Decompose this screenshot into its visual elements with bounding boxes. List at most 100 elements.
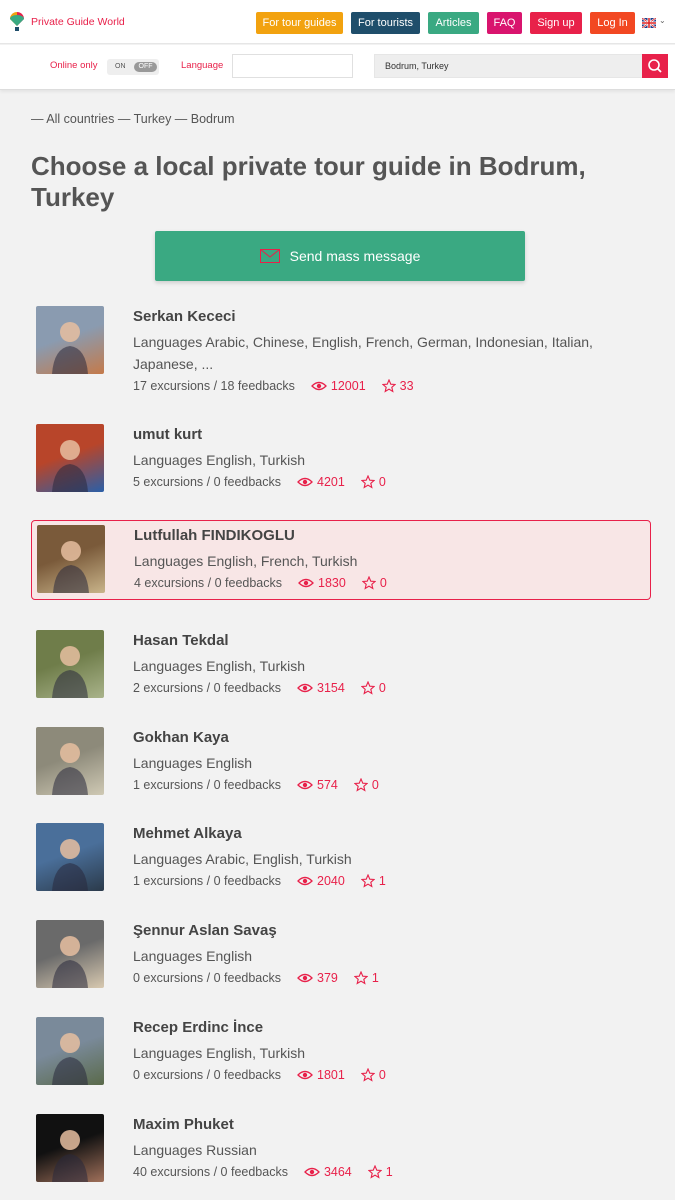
stars-value: 0 xyxy=(378,475,386,489)
guide-avatar[interactable] xyxy=(36,1114,104,1182)
guide-name[interactable]: Hasan Tekdal xyxy=(133,632,229,649)
search-button[interactable] xyxy=(642,54,668,78)
site-logo[interactable]: Private Guide World xyxy=(10,12,125,32)
eye-icon xyxy=(297,477,313,487)
envelope-icon xyxy=(259,249,280,263)
log-in-button[interactable]: Log In xyxy=(590,12,635,34)
send-mass-message-label: Send mass message xyxy=(289,248,421,264)
nav-faq-button[interactable]: FAQ xyxy=(487,12,522,34)
views-count: 4201 xyxy=(297,475,345,489)
guide-languages: Languages English, French, Turkish xyxy=(134,553,358,569)
person-photo-icon xyxy=(52,440,88,492)
excursions-feedbacks: 0 excursions / 0 feedbacks xyxy=(133,971,281,985)
rating-count: 0 xyxy=(360,1068,386,1082)
guide-card[interactable]: Mehmet Alkaya Languages Arabic, English,… xyxy=(31,823,651,899)
views-count: 574 xyxy=(297,778,338,792)
star-icon xyxy=(353,778,368,792)
person-photo-icon xyxy=(52,743,88,795)
guide-languages: Languages English, Turkish xyxy=(133,1045,305,1061)
star-icon xyxy=(360,681,375,695)
person-photo-icon xyxy=(52,839,88,891)
views-value: 12001 xyxy=(330,379,366,393)
eye-icon xyxy=(297,780,313,790)
guide-avatar[interactable] xyxy=(36,727,104,795)
views-value: 3464 xyxy=(323,1165,352,1179)
send-mass-message-button[interactable]: Send mass message xyxy=(155,231,525,281)
breadcrumb[interactable]: — All countries — Turkey — Bodrum xyxy=(31,112,235,126)
eye-icon xyxy=(297,876,313,886)
views-value: 574 xyxy=(317,778,338,792)
guide-languages: Languages Arabic, Chinese, English, Fren… xyxy=(133,334,593,372)
guide-name[interactable]: Mehmet Alkaya xyxy=(133,825,242,842)
guide-card[interactable]: Şennur Aslan Savaş Languages English 0 e… xyxy=(31,920,651,996)
guide-name[interactable]: Recep Erdinc İnce xyxy=(133,1019,263,1036)
toggle-off-label: OFF xyxy=(134,62,157,72)
search-icon xyxy=(648,59,662,73)
star-icon xyxy=(353,971,368,985)
language-input[interactable] xyxy=(232,54,353,78)
guide-name[interactable]: Maxim Phuket xyxy=(133,1116,234,1133)
excursions-feedbacks: 1 excursions / 0 feedbacks xyxy=(133,874,281,888)
sign-up-button[interactable]: Sign up xyxy=(530,12,582,34)
guide-stats: 1 excursions / 0 feedbacks 2040 1 xyxy=(133,874,386,888)
eye-icon xyxy=(304,1167,320,1177)
guide-languages: Languages English xyxy=(133,755,253,771)
nav-articles-button[interactable]: Articles xyxy=(428,12,479,34)
star-icon xyxy=(360,1068,375,1082)
guide-stats: 5 excursions / 0 feedbacks 4201 0 xyxy=(133,475,386,489)
rating-count: 1 xyxy=(367,1165,393,1179)
guide-avatar[interactable] xyxy=(36,1017,104,1085)
uk-flag-icon[interactable] xyxy=(642,18,656,28)
views-count: 12001 xyxy=(310,379,366,393)
guide-avatar[interactable] xyxy=(37,525,105,593)
page-title: Choose a local private tour guide in Bod… xyxy=(31,151,586,212)
person-photo-icon xyxy=(52,1033,88,1085)
star-icon xyxy=(381,379,396,393)
guide-card[interactable]: Hasan Tekdal Languages English, Turkish … xyxy=(31,630,651,706)
guide-card[interactable]: Gokhan Kaya Languages English 1 excursio… xyxy=(31,727,651,803)
eye-icon xyxy=(310,381,327,391)
guide-name[interactable]: Şennur Aslan Savaş xyxy=(133,922,277,939)
guide-card[interactable]: umut kurt Languages English, Turkish 5 e… xyxy=(31,424,651,500)
person-photo-icon xyxy=(52,1130,88,1182)
stars-value: 0 xyxy=(371,778,379,792)
guide-stats: 2 excursions / 0 feedbacks 3154 0 xyxy=(133,681,386,695)
guide-avatar[interactable] xyxy=(36,920,104,988)
guide-avatar[interactable] xyxy=(36,306,104,374)
guide-languages: Languages English, Turkish xyxy=(133,452,305,468)
stars-value: 33 xyxy=(399,379,414,393)
guide-card[interactable]: Lutfullah FINDIKOGLU Languages English, … xyxy=(31,520,651,600)
excursions-feedbacks: 40 excursions / 0 feedbacks xyxy=(133,1165,288,1179)
guide-card[interactable]: Serkan Kececi Languages Arabic, Chinese,… xyxy=(31,306,651,402)
views-count: 3464 xyxy=(304,1165,352,1179)
person-photo-icon xyxy=(52,936,88,988)
filter-bar: Online only ON OFF Language Bodrum, Turk… xyxy=(0,45,675,90)
stars-value: 1 xyxy=(385,1165,393,1179)
eye-icon xyxy=(297,1070,313,1080)
guide-name[interactable]: Lutfullah FINDIKOGLU xyxy=(134,527,295,544)
guide-name[interactable]: umut kurt xyxy=(133,426,202,443)
guide-name[interactable]: Serkan Kececi xyxy=(133,308,236,325)
views-count: 1830 xyxy=(298,576,346,590)
rating-count: 0 xyxy=(361,576,387,590)
guide-card[interactable]: Maxim Phuket Languages Russian 40 excurs… xyxy=(31,1114,651,1190)
chevron-down-icon[interactable]: ⌄ xyxy=(659,16,666,25)
stars-value: 0 xyxy=(378,681,386,695)
nav-for-tourists-button[interactable]: For tourists xyxy=(351,12,420,34)
guide-card[interactable]: Recep Erdinc İnce Languages English, Tur… xyxy=(31,1017,651,1093)
guide-avatar[interactable] xyxy=(36,630,104,698)
guide-stats: 1 excursions / 0 feedbacks 574 0 xyxy=(133,778,379,792)
location-search-input[interactable]: Bodrum, Turkey xyxy=(374,54,643,78)
guide-avatar[interactable] xyxy=(36,424,104,492)
guide-avatar[interactable] xyxy=(36,823,104,891)
guide-languages: Languages English, Turkish xyxy=(133,658,305,674)
site-name: Private Guide World xyxy=(31,16,125,28)
eye-icon xyxy=(298,578,314,588)
language-label: Language xyxy=(181,60,224,71)
nav-for-tour-guides-button[interactable]: For tour guides xyxy=(256,12,343,34)
guide-name[interactable]: Gokhan Kaya xyxy=(133,729,229,746)
views-value: 2040 xyxy=(317,874,345,888)
views-value: 379 xyxy=(317,971,338,985)
balloon-logo-icon xyxy=(10,12,24,31)
online-only-toggle[interactable]: ON OFF xyxy=(107,59,159,75)
